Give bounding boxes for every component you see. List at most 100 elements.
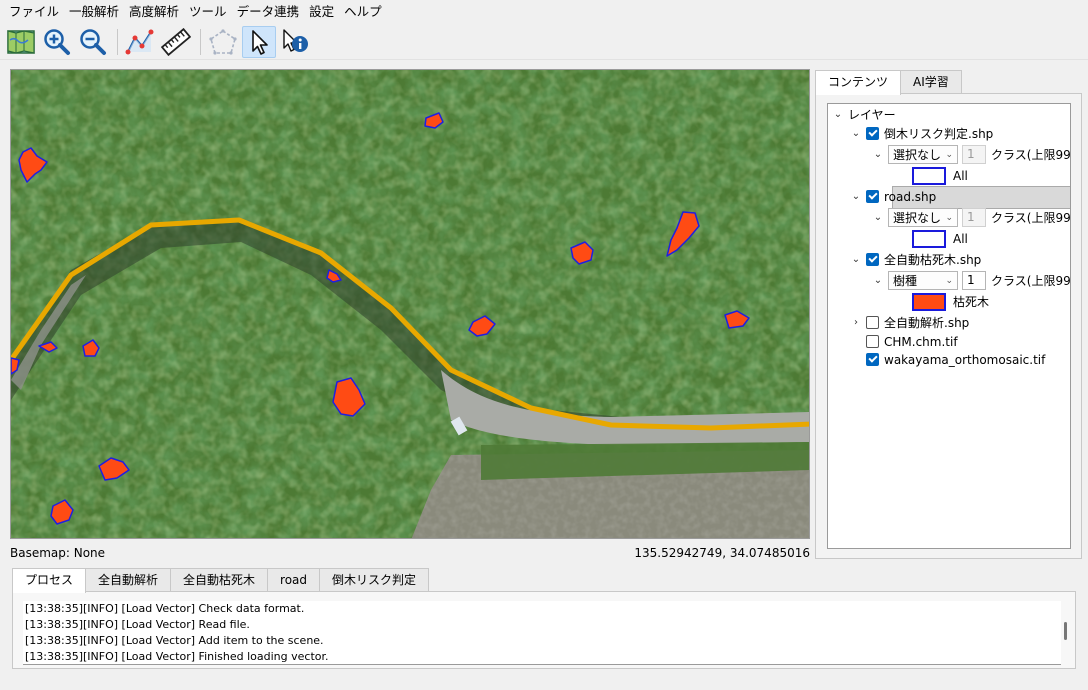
- tab-auto-analysis[interactable]: 全自動解析: [85, 568, 172, 592]
- chevron-down-icon: ⌄: [945, 275, 953, 286]
- chevron-down-icon[interactable]: ⌄: [850, 191, 862, 202]
- chevron-down-icon[interactable]: ⌄: [872, 275, 884, 286]
- chevron-down-icon[interactable]: ⌄: [850, 128, 862, 139]
- zoom-in-icon: [44, 28, 70, 55]
- menu-help[interactable]: ヘルプ: [339, 0, 387, 24]
- map-canvas[interactable]: [10, 69, 810, 539]
- layer-checkbox[interactable]: [866, 253, 879, 266]
- toolbar-separator: [117, 28, 118, 55]
- menu-file[interactable]: ファイル: [4, 0, 64, 24]
- layer-checkbox[interactable]: [866, 316, 879, 329]
- menu-settings[interactable]: 設定: [304, 0, 339, 24]
- chevron-down-icon: ⌄: [945, 212, 953, 223]
- class-count-stepper[interactable]: 1: [962, 271, 986, 290]
- chevron-down-icon[interactable]: ⌄: [872, 212, 884, 223]
- legend-label: All: [953, 231, 968, 246]
- identify-icon: [283, 28, 308, 52]
- tree-root-label: レイヤー: [848, 108, 896, 122]
- polygon-icon: [209, 28, 237, 55]
- map-book-button[interactable]: [4, 26, 38, 58]
- pointer-icon: [252, 29, 268, 55]
- legend-row: 枯死木: [912, 291, 1070, 312]
- class-limit-label: クラス(上限99): [991, 148, 1071, 162]
- layer-name: 倒木リスク判定.shp: [884, 127, 994, 141]
- zoom-in-button[interactable]: [40, 26, 74, 58]
- class-limit-label: クラス(上限99): [991, 211, 1071, 225]
- legend-row: All: [912, 228, 1070, 249]
- map-book-icon: [7, 29, 35, 54]
- tab-process[interactable]: プロセス: [12, 568, 87, 593]
- log-scrollbar[interactable]: [1064, 622, 1067, 640]
- chevron-right-icon[interactable]: ›: [850, 317, 862, 328]
- class-limit-label: クラス(上限99): [991, 274, 1071, 288]
- panel-tabs: コンテンツ AI学習: [815, 70, 962, 95]
- log-line: [13:38:35][INFO] [Load Vector] Add item …: [25, 634, 324, 647]
- layer-name: 全自動解析.shp: [884, 316, 970, 330]
- class-field-value: 樹種: [893, 274, 918, 288]
- layer-item-risk[interactable]: ⌄ 倒木リスク判定.shp: [850, 123, 1070, 144]
- aerial-imagery: [11, 70, 809, 538]
- layer-item-deadtree[interactable]: ⌄ 全自動枯死木.shp: [850, 249, 1070, 270]
- layer-item-auto-analysis[interactable]: › 全自動解析.shp: [850, 312, 1070, 333]
- legend-swatch[interactable]: [912, 166, 946, 185]
- zoom-out-button[interactable]: [76, 26, 110, 58]
- measure-area-button[interactable]: [123, 26, 157, 58]
- layer-checkbox[interactable]: [866, 127, 879, 140]
- log-line: [13:38:35][INFO] [Load Vector] Finished …: [25, 650, 329, 663]
- class-count-stepper: 1: [962, 145, 986, 164]
- menu-general-analysis[interactable]: 一般解析: [64, 0, 124, 24]
- chevron-down-icon: ⌄: [945, 149, 953, 160]
- class-field-select[interactable]: 選択なし ⌄: [888, 145, 958, 164]
- menu-tools[interactable]: ツール: [184, 0, 232, 24]
- contents-panel: ⌄ レイヤー ⌄ 倒木リスク判定.shp ⌄ 選択なし ⌄ 1 クラス(上限99)…: [815, 93, 1082, 559]
- measure-area-icon: [125, 29, 154, 54]
- legend-swatch[interactable]: [912, 292, 946, 311]
- layer-style-row: ⌄ 選択なし ⌄ 1 クラス(上限99): [872, 144, 1071, 165]
- tree-root[interactable]: ⌄ レイヤー: [832, 104, 1070, 125]
- layer-name: 全自動枯死木.shp: [884, 253, 982, 267]
- class-field-value: 選択なし: [893, 211, 942, 225]
- layer-item-road[interactable]: ⌄ road.shp: [850, 186, 1070, 209]
- layer-name: road.shp: [884, 189, 937, 204]
- layer-checkbox[interactable]: [866, 353, 879, 366]
- legend-row: All: [912, 165, 1070, 186]
- layer-checkbox[interactable]: [866, 190, 879, 203]
- layer-style-row: ⌄ 選択なし ⌄ 1 クラス(上限99): [872, 207, 1071, 228]
- chevron-down-icon[interactable]: ⌄: [872, 149, 884, 160]
- bottom-tabs: プロセス 全自動解析 全自動枯死木 road 倒木リスク判定: [12, 568, 430, 593]
- log-line: [13:38:35][INFO] [Load Vector] Check dat…: [25, 602, 305, 615]
- tab-road[interactable]: road: [267, 568, 321, 592]
- class-field-value: 選択なし: [893, 148, 942, 162]
- basemap-status: Basemap: None: [10, 546, 106, 560]
- log-output[interactable]: [13:38:35][INFO] [Load Vector] Check dat…: [23, 601, 1061, 665]
- chevron-down-icon[interactable]: ⌄: [850, 254, 862, 265]
- legend-label: 枯死木: [953, 295, 990, 309]
- ruler-icon: [161, 27, 191, 56]
- pointer-button[interactable]: [242, 25, 276, 58]
- class-field-select[interactable]: 樹種 ⌄: [888, 271, 958, 290]
- class-field-select[interactable]: 選択なし ⌄: [888, 208, 958, 227]
- layer-name: CHM.chm.tif: [884, 334, 958, 349]
- tab-ai-learning[interactable]: AI学習: [900, 70, 962, 94]
- menu-data-link[interactable]: データ連携: [232, 0, 305, 24]
- log-line: [13:38:35][INFO] [Load Vector] Read file…: [25, 618, 250, 631]
- layer-name: wakayama_orthomosaic.tif: [884, 352, 1046, 367]
- tab-contents[interactable]: コンテンツ: [815, 70, 902, 95]
- ruler-button[interactable]: [159, 26, 193, 58]
- tab-fall-risk[interactable]: 倒木リスク判定: [319, 568, 430, 592]
- layer-item-orthomosaic[interactable]: wakayama_orthomosaic.tif: [866, 349, 1070, 370]
- menu-advanced-analysis[interactable]: 高度解析: [124, 0, 184, 24]
- tab-auto-deadtree[interactable]: 全自動枯死木: [170, 568, 269, 592]
- legend-swatch[interactable]: [912, 229, 946, 248]
- menu-bar: ファイル 一般解析 高度解析 ツール データ連携 設定 ヘルプ: [0, 0, 1088, 24]
- layer-checkbox[interactable]: [866, 335, 879, 348]
- layer-style-row: ⌄ 樹種 ⌄ 1 クラス(上限99): [872, 270, 1071, 291]
- toolbar: [0, 24, 1088, 60]
- polygon-button[interactable]: [206, 26, 240, 58]
- log-panel: [13:38:35][INFO] [Load Vector] Check dat…: [12, 591, 1076, 669]
- identify-button[interactable]: [278, 26, 312, 58]
- layer-tree[interactable]: ⌄ レイヤー ⌄ 倒木リスク判定.shp ⌄ 選択なし ⌄ 1 クラス(上限99)…: [827, 103, 1071, 549]
- chevron-down-icon[interactable]: ⌄: [832, 109, 844, 120]
- zoom-out-icon: [80, 28, 106, 55]
- legend-label: All: [953, 168, 968, 183]
